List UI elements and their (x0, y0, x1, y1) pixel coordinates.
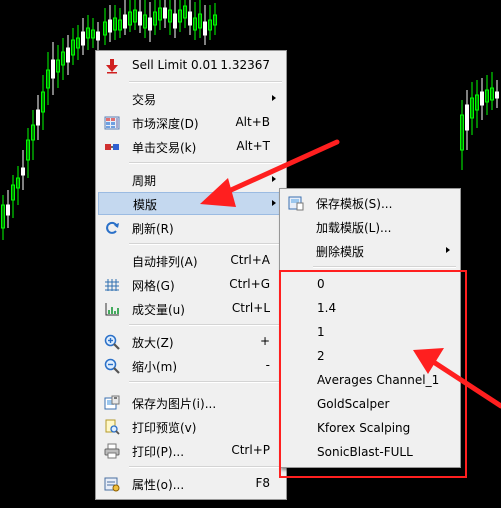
zoom-out-icon (104, 358, 120, 374)
menu-item-label: 加载模版(L)... (316, 221, 392, 235)
save-picture-icon (104, 395, 120, 410)
menu-separator (129, 466, 282, 468)
menu-item-shortcut: Alt+T (236, 139, 270, 153)
menu-separator (129, 243, 282, 245)
candle-body (495, 91, 499, 99)
menu-item-label: 网格(G) (132, 279, 175, 293)
menu-item-print[interactable]: 打印(P)... Ctrl+P (98, 439, 284, 462)
candle-body (465, 104, 469, 131)
menu-separator (129, 324, 282, 326)
menu-item-load-template[interactable]: 加载模版(L)... (282, 215, 458, 238)
menu-item-market-depth[interactable]: 市场深度(D) Alt+B (98, 111, 284, 134)
candle-body (36, 109, 40, 126)
submenu-arrow-icon (272, 95, 276, 101)
menu-item-shortcut: + (259, 334, 270, 348)
candle-body (96, 31, 100, 41)
sell-limit-icon (106, 59, 118, 74)
menu-item-save-template[interactable]: 保存模板(S)... (282, 191, 458, 214)
menu-item-label: 模版 (133, 198, 158, 212)
candle-body (138, 11, 142, 26)
menu-item-label: 单击交易(k) (132, 141, 197, 155)
candle-body (148, 17, 152, 31)
menu-item-label: 刷新(R) (132, 222, 174, 236)
candle-body (81, 31, 85, 46)
highlight-box (279, 270, 467, 478)
candle-body (163, 7, 167, 19)
candle-body (188, 11, 192, 26)
menu-item-grid[interactable]: 网格(G) Ctrl+G (98, 273, 284, 296)
menu-item-shortcut: - (265, 358, 270, 372)
menu-item-shortcut: 1.32367 (220, 58, 270, 72)
volume-icon (105, 303, 119, 316)
menu-item-label: 删除模版 (316, 245, 365, 259)
menu-item-zoom-out[interactable]: 缩小(m) - (98, 354, 284, 377)
zoom-in-icon (104, 334, 120, 350)
menu-item-shortcut: Ctrl+G (229, 277, 270, 291)
menu-item-label: 缩小(m) (132, 360, 178, 374)
candle-body (21, 167, 25, 176)
market-depth-icon (104, 116, 120, 130)
candle-body (108, 19, 112, 33)
save-template-icon (288, 196, 304, 211)
chart-context-menu: Sell Limit 0.01 1.32367 交易 市场深度(D) Alt+B… (95, 50, 287, 500)
menu-separator (313, 266, 456, 268)
menu-item-label: 属性(o)... (132, 478, 185, 492)
menu-separator (129, 381, 282, 383)
menu-item-label: 周期 (132, 174, 157, 188)
menu-item-label: 市场深度(D) (132, 117, 199, 131)
menu-item-shortcut: Ctrl+A (230, 253, 270, 267)
menu-item-zoom-in[interactable]: 放大(Z) + (98, 330, 284, 353)
submenu-arrow-icon (272, 200, 276, 206)
menu-separator (129, 81, 282, 83)
candle-body (203, 21, 207, 36)
one-click-trading-icon (105, 144, 119, 150)
candle-body (480, 91, 484, 106)
menu-item-sell-limit[interactable]: Sell Limit 0.01 1.32367 (98, 54, 284, 77)
menu-item-shortcut: Alt+B (235, 115, 270, 129)
candle-body (173, 13, 177, 29)
candle-body (123, 14, 127, 29)
properties-icon (104, 477, 120, 492)
menu-item-label: Sell Limit 0.01 (132, 58, 218, 72)
menu-item-label: 成交量(u) (132, 303, 185, 317)
menu-item-label: 交易 (132, 93, 157, 107)
menu-item-delete-template[interactable]: 删除模版 (282, 239, 458, 262)
menu-item-template[interactable]: 模版 (98, 192, 284, 215)
menu-item-label: 自动排列(A) (132, 255, 198, 269)
candle-body (6, 204, 10, 216)
menu-item-trade[interactable]: 交易 (98, 87, 284, 110)
menu-item-label: 保存模板(S)... (316, 197, 393, 211)
menu-item-volume[interactable]: 成交量(u) Ctrl+L (98, 297, 284, 320)
menu-separator (129, 162, 282, 164)
menu-item-auto-arrange[interactable]: 自动排列(A) Ctrl+A (98, 249, 284, 272)
menu-item-shortcut: F8 (255, 476, 270, 490)
menu-item-shortcut: Ctrl+P (231, 443, 270, 457)
candle-body (66, 47, 70, 63)
menu-item-label: 打印预览(v) (132, 421, 197, 435)
menu-item-label: 打印(P)... (132, 445, 185, 459)
print-icon (104, 443, 120, 459)
grid-icon (105, 279, 119, 291)
menu-item-label: 保存为图片(i)... (132, 397, 217, 411)
submenu-arrow-icon (446, 247, 450, 253)
menu-item-label: 放大(Z) (132, 336, 174, 350)
menu-item-properties[interactable]: 属性(o)... F8 (98, 472, 284, 495)
print-preview-icon (105, 419, 120, 435)
menu-item-one-click-trading[interactable]: 单击交易(k) Alt+T (98, 135, 284, 158)
menu-item-print-preview[interactable]: 打印预览(v) (98, 415, 284, 438)
menu-item-period[interactable]: 周期 (98, 168, 284, 191)
submenu-arrow-icon (272, 176, 276, 182)
menu-item-shortcut: Ctrl+L (231, 301, 270, 315)
menu-item-refresh[interactable]: 刷新(R) (98, 216, 284, 239)
candle-body (51, 59, 55, 79)
menu-item-save-as-picture[interactable]: 保存为图片(i)... (98, 391, 284, 414)
refresh-icon (106, 221, 119, 234)
